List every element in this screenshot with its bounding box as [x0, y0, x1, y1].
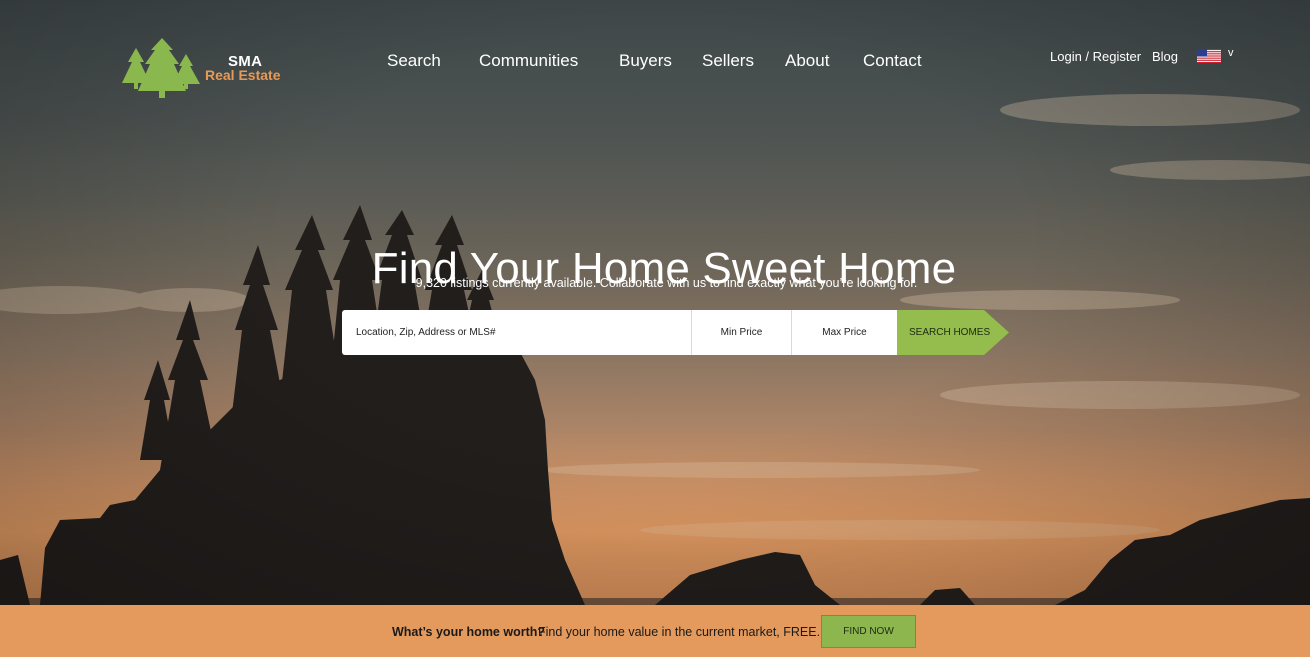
nav-item-about[interactable]: About	[785, 51, 829, 71]
home-worth-text: Find your home value in the current mark…	[538, 625, 821, 639]
nav-item-sellers[interactable]: Sellers	[702, 51, 754, 71]
login-register-link[interactable]: Login / Register	[1050, 49, 1141, 64]
max-price-select[interactable]: Max Price	[791, 310, 897, 355]
find-now-button[interactable]: FIND NOW	[821, 615, 916, 648]
nav-item-communities[interactable]: Communities	[479, 51, 578, 71]
nav-item-buyers[interactable]: Buyers	[619, 51, 672, 71]
location-search-input[interactable]: Location, Zip, Address or MLS#	[342, 310, 691, 355]
min-price-select[interactable]: Min Price	[691, 310, 791, 355]
chevron-down-icon[interactable]: v	[1228, 47, 1234, 59]
home-worth-question: What’s your home worth?	[392, 625, 546, 639]
us-flag-icon[interactable]	[1197, 49, 1221, 63]
blog-link[interactable]: Blog	[1152, 49, 1178, 64]
search-homes-label: SEARCH HOMES	[909, 327, 991, 338]
hero-subline: 9,320 listings currently available. Coll…	[415, 276, 918, 290]
home-value-banner: What’s your home worth? Find your home v…	[0, 605, 1310, 657]
search-homes-button[interactable]: SEARCH HOMES	[897, 310, 1009, 355]
search-bar: Location, Zip, Address or MLS# Min Price…	[342, 310, 898, 355]
nav-item-contact[interactable]: Contact	[863, 51, 922, 71]
nav-item-search[interactable]: Search	[387, 51, 441, 71]
